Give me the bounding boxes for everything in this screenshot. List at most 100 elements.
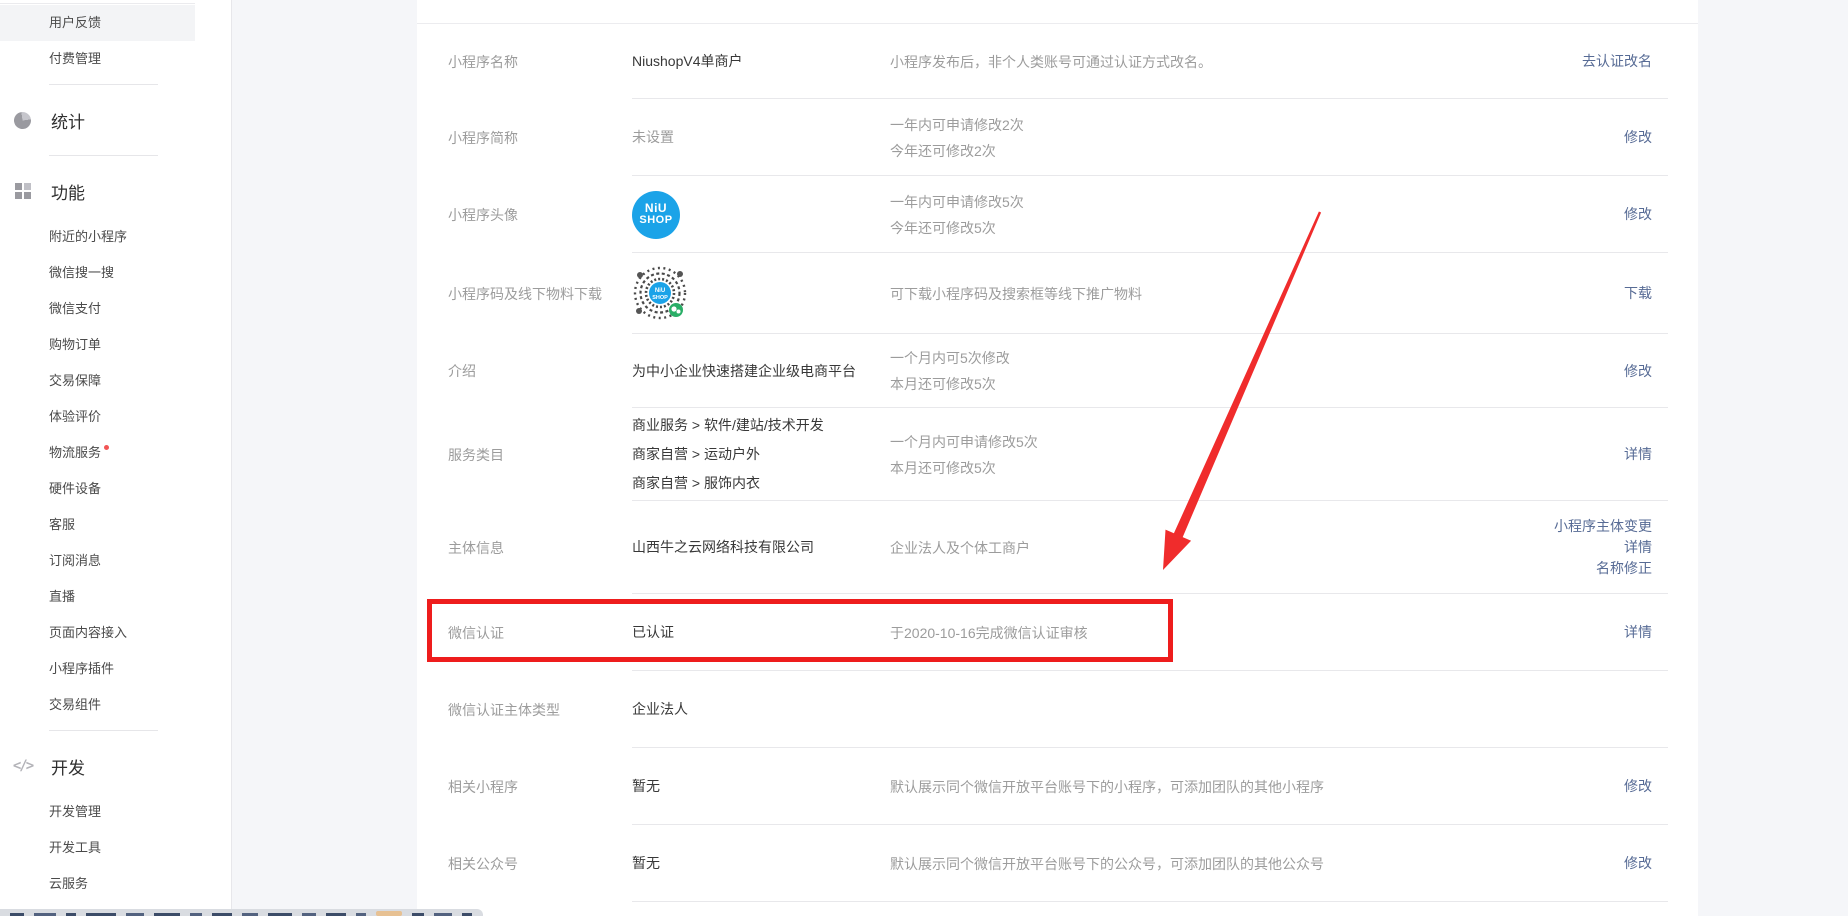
grid-icon <box>14 183 31 200</box>
sidebar-item[interactable]: 订阅消息 <box>0 543 195 579</box>
settings-row: 小程序码及线下物料下载NiUSHOP可下载小程序码及搜索框等线下推广物料下载 <box>417 253 1698 334</box>
sidebar-item[interactable]: 用户反馈 <box>0 5 195 41</box>
row-value: NiUSHOP <box>632 265 890 323</box>
row-label: 微信认证 <box>417 623 632 643</box>
action-link[interactable]: 修改 <box>1624 128 1652 147</box>
sidebar-item[interactable]: 交易组件 <box>0 687 195 723</box>
row-actions: 修改 <box>1624 854 1698 873</box>
sidebar-item[interactable]: 购物订单 <box>0 327 195 363</box>
sidebar-item[interactable]: 物流服务 <box>0 435 195 471</box>
row-label: 小程序简称 <box>417 128 632 148</box>
sidebar-item[interactable]: 交易保障 <box>0 363 195 399</box>
action-link[interactable]: 详情 <box>1624 623 1652 642</box>
row-description-line: 本月还可修改5次 <box>890 455 1624 481</box>
row-actions: 修改 <box>1624 362 1698 381</box>
sidebar-item[interactable]: 客服 <box>0 507 195 543</box>
row-value-line: 为中小企业快速搭建企业级电商平台 <box>632 357 890 386</box>
row-description-line: 可下载小程序码及搜索框等线下推广物料 <box>890 281 1624 307</box>
row-description-line: 于2020-10-16完成微信认证审核 <box>890 620 1624 646</box>
row-description-line: 企业法人及个体工商户 <box>890 535 1554 561</box>
row-label: 服务类目 <box>417 445 632 465</box>
sidebar-item[interactable]: 附近的小程序 <box>0 219 195 255</box>
sidebar-item[interactable]: 直播 <box>0 579 195 615</box>
sidebar-item-label: 微信支付 <box>49 301 101 316</box>
row-description-line: 本月还可修改5次 <box>890 371 1624 397</box>
row-description: 一个月内可申请修改5次本月还可修改5次 <box>890 429 1624 481</box>
sidebar-item-label: 开发管理 <box>49 804 101 819</box>
sidebar-item-label: 开发工具 <box>49 840 101 855</box>
row-value-line: 商家自营 > 运动户外 <box>632 440 890 469</box>
sidebar-item-label: 客服 <box>49 517 75 532</box>
sidebar-item[interactable]: 云服务 <box>0 866 195 902</box>
action-link[interactable]: 详情 <box>1554 538 1652 557</box>
row-description-line: 今年还可修改2次 <box>890 138 1624 164</box>
sidebar-item-label: 硬件设备 <box>49 481 101 496</box>
sidebar-item-label: 微信搜一搜 <box>49 265 114 280</box>
row-description-line: 一个月内可5次修改 <box>890 345 1624 371</box>
sidebar-section-label: 功能 <box>51 179 85 204</box>
sidebar-item[interactable]: 微信支付 <box>0 291 195 327</box>
sidebar-section[interactable]: </>开发 <box>0 738 231 794</box>
row-description: 默认展示同个微信开放平台账号下的小程序，可添加团队的其他小程序 <box>890 774 1624 800</box>
sidebar-section[interactable]: 统计 <box>0 92 231 148</box>
row-description-line: 小程序发布后，非个人类账号可通过认证方式改名。 <box>890 49 1582 75</box>
sidebar-item[interactable]: 体验评价 <box>0 399 195 435</box>
sidebar-item[interactable]: 开发工具 <box>0 830 195 866</box>
sidebar-item-label: 附近的小程序 <box>49 229 127 244</box>
sidebar-item[interactable]: 付费管理 <box>0 41 195 77</box>
row-description-line: 今年还可修改5次 <box>890 215 1624 241</box>
row-value: 山西牛之云网络科技有限公司 <box>632 533 890 562</box>
row-actions: 修改 <box>1624 128 1698 147</box>
sidebar-divider <box>49 84 158 85</box>
row-value: 未设置 <box>632 123 890 152</box>
row-value: NiUSHOP <box>632 191 890 239</box>
action-link[interactable]: 下载 <box>1624 284 1652 303</box>
settings-row: 微信认证主体类型企业法人 <box>417 671 1698 748</box>
sidebar-item-label: 用户反馈 <box>49 15 101 30</box>
sidebar-item[interactable]: 小程序插件 <box>0 651 195 687</box>
pie-chart-icon <box>14 112 31 129</box>
action-link[interactable]: 详情 <box>1624 445 1652 464</box>
action-link[interactable]: 去认证改名 <box>1582 52 1652 71</box>
row-actions: 下载 <box>1624 284 1698 303</box>
sidebar-item-label: 付费管理 <box>49 51 101 66</box>
row-description-line: 一年内可申请修改2次 <box>890 112 1624 138</box>
mini-program-qr-code: NiUSHOP <box>632 265 690 323</box>
row-label: 小程序名称 <box>417 52 632 72</box>
sidebar-section[interactable]: 功能 <box>0 163 231 219</box>
sidebar-item[interactable]: 硬件设备 <box>0 471 195 507</box>
sidebar-item[interactable]: 开发管理 <box>0 794 195 830</box>
settings-row: 相关小程序暂无默认展示同个微信开放平台账号下的小程序，可添加团队的其他小程序修改 <box>417 748 1698 825</box>
sidebar-item[interactable]: 微信搜一搜 <box>0 255 195 291</box>
row-value-line: 企业法人 <box>632 695 890 724</box>
sidebar-item-label: 物流服务 <box>49 445 101 460</box>
settings-row: 小程序名称NiushopV4单商户小程序发布后，非个人类账号可通过认证方式改名。… <box>417 24 1698 99</box>
row-actions: 详情 <box>1624 623 1698 642</box>
row-value: NiushopV4单商户 <box>632 47 890 76</box>
browser-status-bar <box>0 909 483 916</box>
settings-row: 相关公众号暂无默认展示同个微信开放平台账号下的公众号，可添加团队的其他公众号修改 <box>417 825 1698 902</box>
action-link[interactable]: 名称修正 <box>1554 559 1652 578</box>
row-value: 暂无 <box>632 849 890 878</box>
row-description: 一个月内可5次修改本月还可修改5次 <box>890 345 1624 397</box>
row-label: 微信认证主体类型 <box>417 700 632 720</box>
sidebar-item-label: 体验评价 <box>49 409 101 424</box>
row-value-line: 山西牛之云网络科技有限公司 <box>632 533 890 562</box>
row-value-line: 未设置 <box>632 123 890 152</box>
row-description: 小程序发布后，非个人类账号可通过认证方式改名。 <box>890 49 1582 75</box>
row-value: 企业法人 <box>632 695 890 724</box>
action-link[interactable]: 修改 <box>1624 777 1652 796</box>
row-description-line: 默认展示同个微信开放平台账号下的公众号，可添加团队的其他公众号 <box>890 851 1624 877</box>
action-link[interactable]: 修改 <box>1624 205 1652 224</box>
sidebar-item[interactable]: 页面内容接入 <box>0 615 195 651</box>
mini-program-avatar: NiUSHOP <box>632 191 680 239</box>
row-actions: 小程序主体变更详情名称修正 <box>1554 517 1698 578</box>
sidebar-section-label: 统计 <box>51 108 85 133</box>
action-link[interactable]: 修改 <box>1624 362 1652 381</box>
row-value-line: NiushopV4单商户 <box>632 47 890 76</box>
action-link[interactable]: 修改 <box>1624 854 1652 873</box>
row-label: 相关公众号 <box>417 854 632 874</box>
action-link[interactable]: 小程序主体变更 <box>1554 517 1652 536</box>
row-value: 已认证 <box>632 618 890 647</box>
sidebar-item-label: 直播 <box>49 589 75 604</box>
